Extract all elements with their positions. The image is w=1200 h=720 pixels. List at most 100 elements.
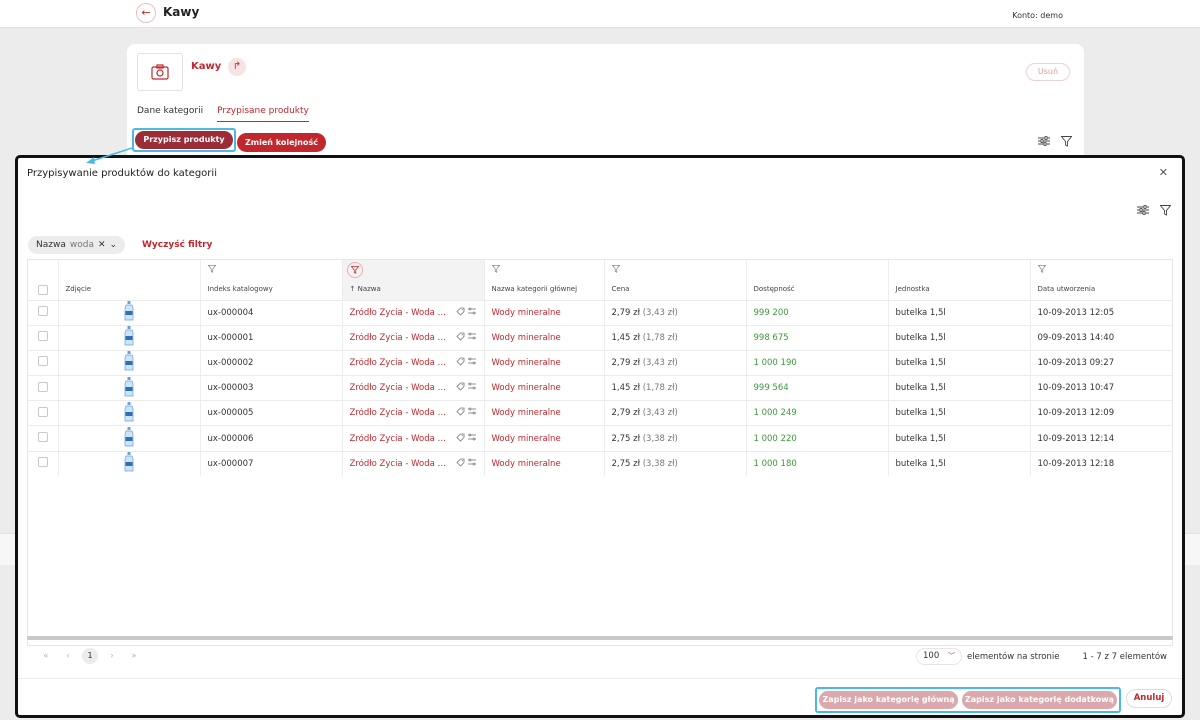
compare-icon[interactable]: [467, 307, 477, 319]
row-checkbox[interactable]: [38, 406, 48, 417]
product-main-category[interactable]: Wody mineralne: [484, 299, 605, 326]
cancel-button[interactable]: Anuluj: [1126, 689, 1172, 708]
compare-icon[interactable]: [467, 382, 477, 394]
tag-icon[interactable]: [455, 357, 465, 369]
col-created[interactable]: Data utworzenia: [1030, 260, 1172, 300]
product-main-category[interactable]: Wody mineralne: [484, 400, 605, 426]
table-header: Zdjęcie Indeks katalogowy ↑ Nazwa Nazwa …: [28, 260, 1172, 300]
row-checkbox[interactable]: [38, 457, 48, 468]
row-checkbox[interactable]: [38, 356, 48, 367]
product-name-link[interactable]: Źródło Życia - Woda min...: [350, 308, 454, 318]
table-row[interactable]: ux-000007 Źródło Życia - Woda min... Wody …: [28, 450, 1172, 477]
tab-assigned-products[interactable]: Przypisane produkty: [217, 106, 309, 122]
col-name-label: ↑ Nazwa: [349, 285, 381, 293]
tag-icon[interactable]: [455, 458, 465, 470]
table-row[interactable]: ux-000005 Źródło Życia - Woda min... Wody …: [28, 400, 1172, 426]
table-row[interactable]: ux-000004 Źródło Życia - Woda min... Wody …: [28, 299, 1172, 326]
per-page-select[interactable]: 100 ﹀: [916, 648, 962, 665]
product-name-link[interactable]: Źródło Życia - Woda min...: [350, 434, 454, 444]
change-order-button[interactable]: Zmień kolejność: [237, 133, 326, 152]
product-image: [58, 324, 201, 351]
col-availability[interactable]: Dostępność: [746, 260, 889, 300]
tab-category-data[interactable]: Dane kategorii: [137, 106, 203, 122]
product-name-link[interactable]: Źródło Życia - Woda min...: [350, 333, 454, 343]
delete-button[interactable]: Usuń: [1026, 63, 1070, 81]
table-row[interactable]: ux-000001 Źródło Życia - Woda min... Wody …: [28, 324, 1172, 351]
tag-icon[interactable]: [455, 382, 465, 394]
next-page-button[interactable]: ›: [104, 648, 120, 664]
product-image: [58, 299, 201, 326]
compare-icon[interactable]: [467, 407, 477, 419]
row-checkbox[interactable]: [38, 306, 48, 317]
modal-title: Przypisywanie produktów do kategorii: [27, 168, 217, 179]
category-image[interactable]: [137, 53, 183, 91]
product-price-cell: 2,75 zł (3,38 zł): [604, 450, 747, 477]
product-price: 1,45 zł: [611, 332, 641, 343]
col-index[interactable]: Indeks katalogowy: [200, 260, 343, 300]
filter-icon[interactable]: [491, 265, 500, 275]
tag-icon[interactable]: [455, 407, 465, 419]
filter-icon[interactable]: [207, 265, 216, 275]
col-main-category[interactable]: Nazwa kategorii głównej: [484, 260, 605, 300]
col-name[interactable]: ↑ Nazwa: [342, 260, 485, 300]
tag-icon[interactable]: [455, 332, 465, 344]
settings-sliders-icon[interactable]: [1136, 203, 1150, 217]
row-checkbox[interactable]: [38, 331, 48, 342]
last-page-button[interactable]: »: [126, 648, 142, 664]
prev-page-button[interactable]: ‹: [60, 648, 76, 664]
compare-icon[interactable]: [467, 357, 477, 369]
settings-sliders-icon[interactable]: [1037, 134, 1051, 148]
row-checkbox[interactable]: [38, 432, 48, 443]
row-checkbox[interactable]: [38, 381, 48, 392]
compare-icon[interactable]: [467, 458, 477, 470]
save-as-main-category-button[interactable]: Zapisz jako kategorię główną: [819, 691, 959, 709]
close-icon[interactable]: ✕: [1159, 166, 1168, 179]
account-label: Konto: demo: [1012, 11, 1063, 20]
filter-icon[interactable]: [611, 265, 620, 275]
col-availability-label: Dostępność: [753, 285, 795, 293]
product-availability: 998 675: [746, 324, 889, 351]
product-main-category[interactable]: Wody mineralne: [484, 375, 605, 401]
table-row[interactable]: ux-000006 Źródło Życia - Woda min... Wody …: [28, 425, 1172, 452]
table-row[interactable]: ux-000002 Źródło Życia - Woda min... Wody …: [28, 349, 1172, 376]
product-name-cell: Źródło Życia - Woda min...: [342, 299, 485, 326]
product-price-gross: (1,78 zł): [642, 383, 678, 394]
product-name-link[interactable]: Źródło Życia - Woda min...: [350, 459, 454, 469]
filter-icon[interactable]: [346, 262, 363, 278]
back-arrow-icon[interactable]: ←: [136, 3, 156, 23]
close-icon[interactable]: ✕: [98, 236, 106, 254]
product-name-link[interactable]: Źródło Życia - Woda min...: [350, 408, 454, 418]
first-page-button[interactable]: «: [38, 648, 54, 664]
col-image: Zdjęcie: [58, 260, 201, 300]
tag-icon[interactable]: [455, 433, 465, 445]
save-as-additional-category-button[interactable]: Zapisz jako kategorię dodatkową: [962, 691, 1117, 709]
assign-products-button[interactable]: Przypisz produkty: [132, 128, 236, 152]
col-price[interactable]: Cena: [604, 260, 747, 300]
tag-icon[interactable]: [455, 307, 465, 319]
product-index: ux-000003: [200, 375, 343, 401]
compare-icon[interactable]: [467, 332, 477, 344]
compare-icon[interactable]: [467, 433, 477, 445]
filter-icon[interactable]: [1059, 134, 1073, 148]
col-main-category-label: Nazwa kategorii głównej: [491, 285, 578, 293]
share-icon[interactable]: ↱: [228, 58, 246, 76]
horizontal-scrollbar[interactable]: [27, 636, 1173, 640]
product-main-category[interactable]: Wody mineralne: [484, 349, 605, 376]
filter-icon[interactable]: [1158, 203, 1172, 217]
filter-chip[interactable]: Nazwa woda ✕ ⌄: [28, 236, 126, 254]
product-main-category[interactable]: Wody mineralne: [484, 324, 605, 351]
product-main-category[interactable]: Wody mineralne: [484, 425, 605, 452]
product-availability: 999 564: [746, 375, 889, 401]
current-page-button[interactable]: 1: [82, 648, 98, 664]
filter-icon[interactable]: [1037, 265, 1046, 275]
product-name-link[interactable]: Źródło Życia - Woda min...: [350, 358, 454, 368]
product-name-link[interactable]: Źródło Życia - Woda min...: [350, 383, 454, 393]
product-main-category[interactable]: Wody mineralne: [484, 450, 605, 477]
col-unit[interactable]: Jednostka: [888, 260, 1031, 300]
chevron-down-icon[interactable]: ⌄: [110, 236, 118, 254]
clear-filters-link[interactable]: Wyczyść filtry: [142, 240, 212, 250]
select-all-checkbox[interactable]: [38, 285, 48, 295]
col-index-label: Indeks katalogowy: [207, 285, 273, 293]
product-price-cell: 2,79 zł (3,43 zł): [604, 299, 747, 326]
table-row[interactable]: ux-000003 Źródło Życia - Woda min... Wody …: [28, 375, 1172, 401]
